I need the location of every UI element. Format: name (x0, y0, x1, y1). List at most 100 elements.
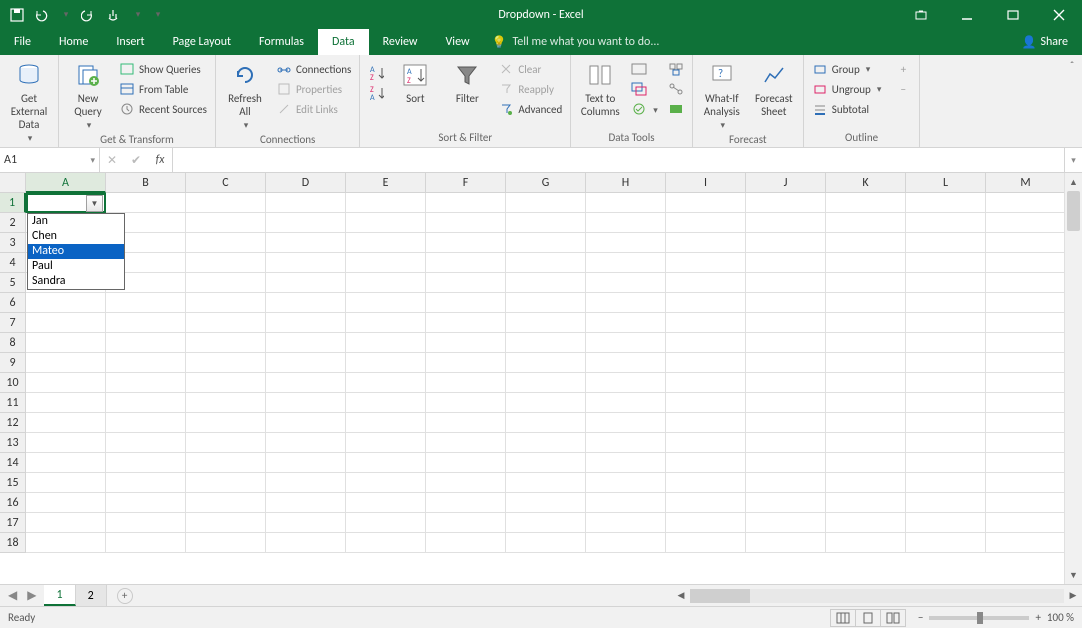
dropdown-item[interactable]: Jan (28, 214, 124, 229)
close-icon[interactable] (1036, 0, 1082, 29)
normal-view-icon[interactable] (830, 609, 856, 627)
cell-A16[interactable] (26, 493, 106, 513)
dropdown-item[interactable]: Paul (28, 259, 124, 274)
cell-H2[interactable] (586, 213, 666, 233)
cell-A18[interactable] (26, 533, 106, 553)
cell-F15[interactable] (426, 473, 506, 493)
cell-C14[interactable] (186, 453, 266, 473)
col-header-L[interactable]: L (906, 173, 986, 193)
cell-G8[interactable] (506, 333, 586, 353)
next-sheet-icon[interactable]: ▶ (27, 588, 36, 603)
cell-D2[interactable] (266, 213, 346, 233)
cell-F17[interactable] (426, 513, 506, 533)
cell-B9[interactable] (106, 353, 186, 373)
cell-F4[interactable] (426, 253, 506, 273)
show-queries-button[interactable]: Show Queries (117, 60, 209, 78)
cell-J4[interactable] (746, 253, 826, 273)
clear-button[interactable]: Clear (496, 60, 564, 78)
undo-menu[interactable] (56, 6, 74, 24)
cell-K13[interactable] (826, 433, 906, 453)
cell-E11[interactable] (346, 393, 426, 413)
cell-I17[interactable] (666, 513, 746, 533)
cell-L12[interactable] (906, 413, 986, 433)
zoom-level[interactable]: 100 % (1047, 611, 1074, 624)
cell-D18[interactable] (266, 533, 346, 553)
cell-I2[interactable] (666, 213, 746, 233)
cell-I9[interactable] (666, 353, 746, 373)
cell-I7[interactable] (666, 313, 746, 333)
cell-K2[interactable] (826, 213, 906, 233)
show-detail-button[interactable]: + (893, 60, 913, 78)
cell-J1[interactable] (746, 193, 826, 213)
cell-B18[interactable] (106, 533, 186, 553)
cell-G14[interactable] (506, 453, 586, 473)
cell-D3[interactable] (266, 233, 346, 253)
cell-L13[interactable] (906, 433, 986, 453)
manage-model-button[interactable] (666, 100, 686, 118)
ribbon-options-icon[interactable] (898, 0, 944, 29)
cell-D8[interactable] (266, 333, 346, 353)
cell-I14[interactable] (666, 453, 746, 473)
col-header-F[interactable]: F (426, 173, 506, 193)
cell-I3[interactable] (666, 233, 746, 253)
flash-fill-button[interactable] (629, 60, 660, 78)
ungroup-button[interactable]: Ungroup (810, 80, 884, 98)
cell-L3[interactable] (906, 233, 986, 253)
cell-B7[interactable] (106, 313, 186, 333)
cell-D10[interactable] (266, 373, 346, 393)
cell-C9[interactable] (186, 353, 266, 373)
cell-H18[interactable] (586, 533, 666, 553)
dropdown-arrow-button[interactable]: ▼ (86, 195, 103, 212)
refresh-all-button[interactable]: Refresh All (222, 58, 268, 131)
col-header-C[interactable]: C (186, 173, 266, 193)
cell-I1[interactable] (666, 193, 746, 213)
cell-E9[interactable] (346, 353, 426, 373)
cell-D12[interactable] (266, 413, 346, 433)
cell-D9[interactable] (266, 353, 346, 373)
scroll-down-icon[interactable]: ▼ (1065, 566, 1082, 584)
tab-home[interactable]: Home (45, 29, 102, 55)
cell-L7[interactable] (906, 313, 986, 333)
text-to-columns-button[interactable]: Text to Columns (577, 58, 623, 118)
undo-icon[interactable] (32, 6, 50, 24)
cell-C2[interactable] (186, 213, 266, 233)
cell-grid[interactable] (26, 193, 1064, 584)
cell-L5[interactable] (906, 273, 986, 293)
cell-M10[interactable] (986, 373, 1066, 393)
col-header-J[interactable]: J (746, 173, 826, 193)
scroll-right-icon[interactable]: ▶ (1064, 590, 1082, 601)
cell-H5[interactable] (586, 273, 666, 293)
cell-B16[interactable] (106, 493, 186, 513)
cell-B11[interactable] (106, 393, 186, 413)
row-header-2[interactable]: 2 (0, 213, 26, 233)
consolidate-button[interactable] (666, 60, 686, 78)
new-query-button[interactable]: New Query (65, 58, 111, 131)
cell-J5[interactable] (746, 273, 826, 293)
cell-K14[interactable] (826, 453, 906, 473)
cell-J16[interactable] (746, 493, 826, 513)
cell-K8[interactable] (826, 333, 906, 353)
cell-L9[interactable] (906, 353, 986, 373)
row-header-9[interactable]: 9 (0, 353, 26, 373)
row-header-11[interactable]: 11 (0, 393, 26, 413)
cell-B10[interactable] (106, 373, 186, 393)
cell-D6[interactable] (266, 293, 346, 313)
tab-data[interactable]: Data (318, 29, 369, 55)
row-header-15[interactable]: 15 (0, 473, 26, 493)
select-all-corner[interactable] (0, 173, 26, 193)
cell-I10[interactable] (666, 373, 746, 393)
maximize-icon[interactable] (990, 0, 1036, 29)
tell-me[interactable]: 💡Tell me what you want to do... (484, 29, 1008, 55)
cell-G7[interactable] (506, 313, 586, 333)
cell-C5[interactable] (186, 273, 266, 293)
cell-E4[interactable] (346, 253, 426, 273)
dropdown-item[interactable]: Mateo (28, 244, 124, 259)
cell-M7[interactable] (986, 313, 1066, 333)
cell-M9[interactable] (986, 353, 1066, 373)
cell-L11[interactable] (906, 393, 986, 413)
cell-E1[interactable] (346, 193, 426, 213)
row-header-5[interactable]: 5 (0, 273, 26, 293)
cell-A10[interactable] (26, 373, 106, 393)
cell-E6[interactable] (346, 293, 426, 313)
cell-D13[interactable] (266, 433, 346, 453)
